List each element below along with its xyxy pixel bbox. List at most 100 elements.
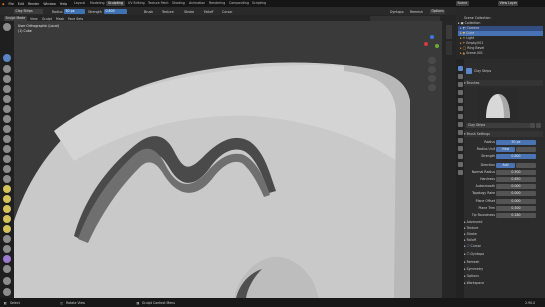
thumb-tool-icon[interactable] xyxy=(3,215,11,223)
stroke-menu[interactable]: Stroke xyxy=(184,10,194,14)
view-menu[interactable]: View xyxy=(30,17,38,21)
view-tab[interactable] xyxy=(446,41,452,55)
options-menu[interactable]: Options xyxy=(430,8,446,14)
workspace-tab-uv-editing[interactable]: UV Editing xyxy=(126,1,147,6)
physics-tab-icon[interactable] xyxy=(457,138,463,143)
subpanel-falloff[interactable]: ▸ Falloff xyxy=(464,238,543,243)
texture-menu[interactable]: Texture xyxy=(162,10,174,14)
draw-tool-icon[interactable] xyxy=(3,23,11,31)
mask-menu[interactable]: Mask xyxy=(56,17,64,21)
pan-icon[interactable] xyxy=(428,66,436,73)
pinch-tool-icon[interactable] xyxy=(3,175,11,183)
strength-value-field[interactable]: 0.800 xyxy=(496,153,536,159)
tip-roundness-field[interactable]: 0.180 xyxy=(496,212,536,218)
render-properties-tab-icon[interactable] xyxy=(457,74,463,79)
subpanel-dyntopo[interactable]: ▸ ☐ Dyntopo xyxy=(464,252,543,257)
scrape-tool-icon[interactable] xyxy=(3,155,11,163)
slide-relax-tool-icon[interactable] xyxy=(3,255,11,263)
brush-menu[interactable]: Brush xyxy=(144,10,153,14)
snake-hook-tool-icon[interactable] xyxy=(3,205,11,213)
menu-window[interactable]: Window xyxy=(43,2,56,6)
cursor-menu[interactable]: Cursor xyxy=(222,10,232,14)
radius-unit-view-button[interactable]: View xyxy=(496,146,515,152)
world-tab-icon[interactable] xyxy=(457,106,463,111)
workspace-tab-rendering[interactable]: Rendering xyxy=(207,1,227,6)
texture-tab-icon[interactable] xyxy=(457,170,463,175)
hardness-field[interactable]: 0.650 xyxy=(496,176,536,182)
workspace-tab-scripting[interactable]: Scripting xyxy=(250,1,268,6)
smooth-tool-icon[interactable] xyxy=(3,125,11,133)
workspace-tab-sculpting[interactable]: Sculpting xyxy=(106,1,125,6)
dyntopo-menu[interactable]: Dyntopo xyxy=(390,10,404,14)
workspace-tab-shading[interactable]: Shading xyxy=(170,1,187,6)
fill-tool-icon[interactable] xyxy=(3,145,11,153)
falloff-menu[interactable]: Falloff xyxy=(204,10,213,14)
grab-tool-icon[interactable] xyxy=(3,185,11,193)
data-tab-icon[interactable] xyxy=(457,154,463,159)
radius-field[interactable]: 50 px xyxy=(64,8,85,14)
subpanel-stroke[interactable]: ▸ Stroke xyxy=(464,232,543,237)
subpanel-remesh[interactable]: ▸ Remesh xyxy=(464,260,543,265)
pose-tool-icon[interactable] xyxy=(3,225,11,233)
workspace-tab-animation[interactable]: Animation xyxy=(187,1,207,6)
view-layer-selector[interactable]: View Layer xyxy=(498,1,519,6)
clay-tool-icon[interactable] xyxy=(3,75,11,83)
inflate-tool-icon[interactable] xyxy=(3,95,11,103)
normal-radius-field[interactable]: 0.500 xyxy=(496,169,536,175)
brush-name-field[interactable]: Clay Strips xyxy=(466,123,530,128)
annotate-tool-icon[interactable] xyxy=(3,288,11,296)
menu-file[interactable]: File xyxy=(8,2,13,6)
z-axis-icon[interactable] xyxy=(430,35,434,39)
blob-tool-icon[interactable] xyxy=(3,105,11,113)
new-brush-icon[interactable] xyxy=(536,123,541,128)
subpanel-options[interactable]: ▸ Options xyxy=(464,274,543,279)
tool-tab[interactable] xyxy=(446,25,452,39)
workspace-tab-layout[interactable]: Layout xyxy=(72,1,87,6)
face-sets-menu[interactable]: Face Sets xyxy=(68,17,83,21)
blender-logo-icon[interactable]: ◆ xyxy=(2,2,4,6)
workspace-tab-texture-paint[interactable]: Texture Paint xyxy=(146,1,171,6)
menu-edit[interactable]: Edit xyxy=(18,2,24,6)
subpanel-symmetry[interactable]: ▸ Symmetry xyxy=(464,267,543,272)
layer-tool-icon[interactable] xyxy=(3,85,11,93)
modifier-tab-icon[interactable] xyxy=(457,122,463,127)
subpanel-texture[interactable]: ▸ Texture xyxy=(464,226,543,231)
workspace-tab-compositing[interactable]: Compositing xyxy=(227,1,251,6)
y-axis-icon[interactable] xyxy=(435,44,439,48)
plane-trim-field[interactable]: 0.500 xyxy=(496,205,536,211)
brushes-panel-header[interactable]: ▾ Brushes xyxy=(464,80,543,86)
topology-rake-field[interactable]: 0.000 xyxy=(496,190,536,196)
rotate-tool-icon[interactable] xyxy=(3,245,11,253)
viewport-shading-controls[interactable] xyxy=(370,15,440,21)
outliner-row-scene-001[interactable]: ▸ ▲ Scene.001 xyxy=(458,51,543,56)
brush-selector[interactable]: Clay Strips xyxy=(14,8,43,14)
object-tab-icon[interactable] xyxy=(457,114,463,119)
particles-tab-icon[interactable] xyxy=(457,130,463,135)
elastic-deform-tool-icon[interactable] xyxy=(3,195,11,203)
camera-view-icon[interactable] xyxy=(428,75,436,82)
autosmooth-field[interactable]: 0.000 xyxy=(496,183,536,189)
view-layer-tab-icon[interactable] xyxy=(457,90,463,95)
navigation-gizmo[interactable] xyxy=(424,35,440,51)
workspace-tab-modeling[interactable]: Modeling xyxy=(88,1,107,6)
menu-render[interactable]: Render xyxy=(28,2,39,6)
subpanel-cursor[interactable]: ▸ ☑ Cursor xyxy=(464,244,543,249)
subpanel-workspace[interactable]: ▸ Workspace xyxy=(464,281,543,286)
clay-strips-tool-icon[interactable] xyxy=(3,54,11,62)
radius-value-field[interactable]: 50 px xyxy=(496,139,536,145)
simplify-tool-icon[interactable] xyxy=(3,265,11,273)
direction-subtract-button[interactable] xyxy=(516,162,536,168)
constraints-tab-icon[interactable] xyxy=(457,146,463,151)
mask-tool-icon[interactable] xyxy=(3,277,11,285)
subpanel-advanced[interactable]: ▸ Advanced xyxy=(464,220,543,225)
fake-user-icon[interactable] xyxy=(530,123,535,128)
brush-settings-panel-header[interactable]: ▾ Brush Settings xyxy=(464,131,543,137)
mode-selector[interactable]: Sculpt Mode xyxy=(4,15,27,21)
x-axis-icon[interactable] xyxy=(424,42,428,46)
tool-properties-tab-icon[interactable] xyxy=(457,66,463,71)
nudge-tool-icon[interactable] xyxy=(3,235,11,243)
3d-viewport[interactable]: User Orthographic (Local) (1) Cube xyxy=(14,21,442,298)
draw-sharp-tool-icon[interactable] xyxy=(3,65,11,73)
zoom-icon[interactable] xyxy=(428,57,436,64)
material-tab-icon[interactable] xyxy=(457,162,463,167)
